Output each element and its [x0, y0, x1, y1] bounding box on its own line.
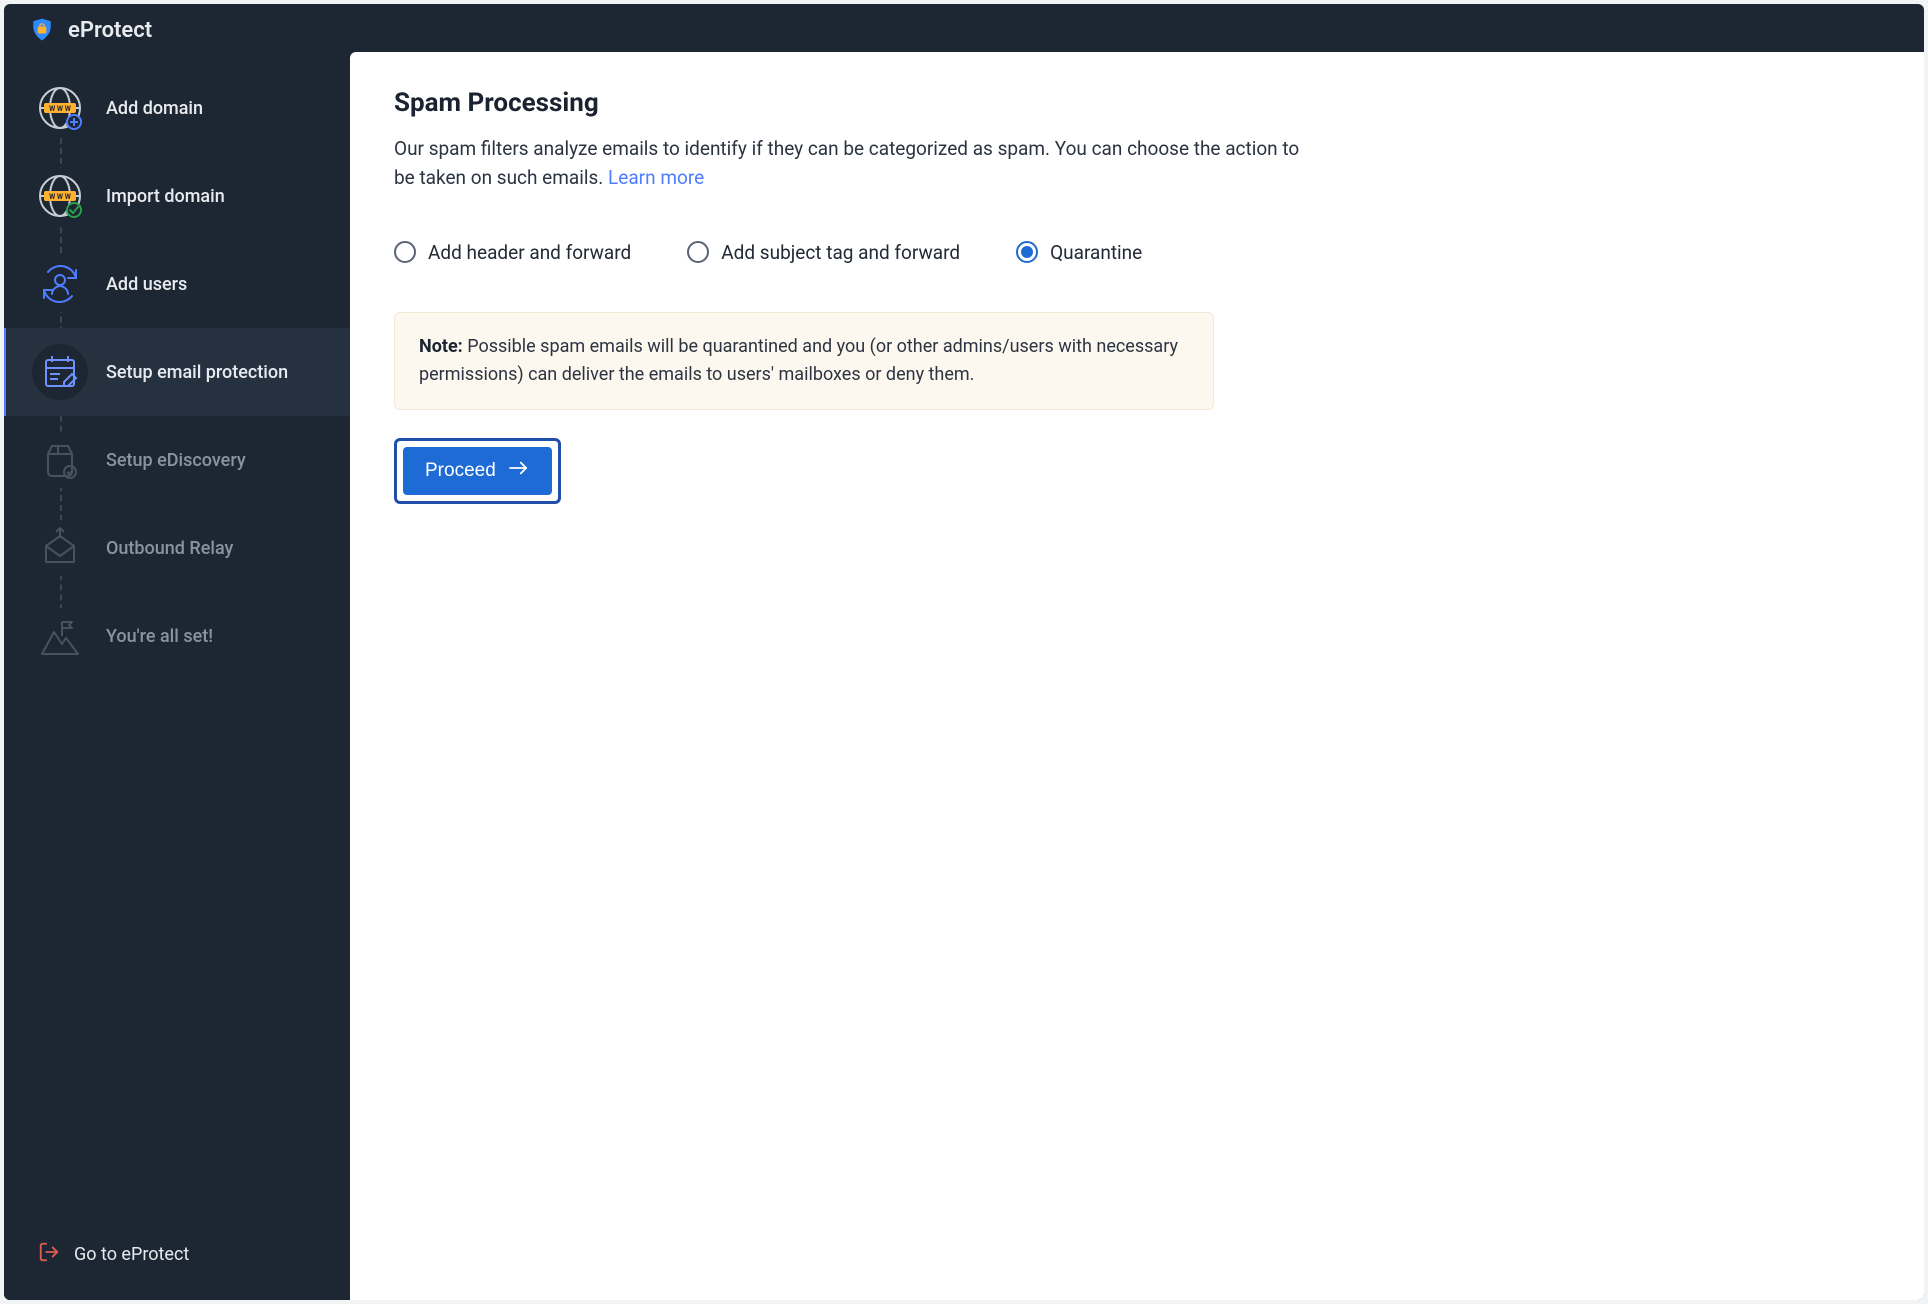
sidebar-step-label: Add users: [106, 274, 187, 295]
option-label: Quarantine: [1050, 241, 1142, 264]
go-to-eprotect-link[interactable]: Go to eProtect: [32, 1233, 195, 1276]
page-description: Our spam filters analyze emails to ident…: [394, 134, 1314, 193]
globe-check-icon: W W W: [32, 168, 88, 224]
sidebar-step-setup-email-protection[interactable]: Setup email protection: [4, 328, 350, 416]
option-add-header-forward[interactable]: Add header and forward: [394, 241, 631, 264]
globe-add-icon: W W W: [32, 80, 88, 136]
app-body: W W W Add domain: [4, 52, 1924, 1300]
mountain-flag-icon: [32, 608, 88, 664]
proceed-highlight: Proceed: [394, 438, 561, 504]
sidebar-step-label: Setup eDiscovery: [106, 450, 246, 471]
option-quarantine[interactable]: Quarantine: [1016, 241, 1142, 264]
svg-text:W W W: W W W: [49, 193, 72, 201]
spam-action-options: Add header and forward Add subject tag a…: [394, 241, 1892, 264]
sidebar-footer: Go to eProtect: [4, 1217, 350, 1300]
page-description-text: Our spam filters analyze emails to ident…: [394, 137, 1299, 189]
mail-out-icon: [32, 520, 88, 576]
app-header: eProtect: [4, 4, 1924, 52]
user-sync-icon: [32, 256, 88, 312]
note-label: Note:: [419, 336, 463, 357]
svg-text:W W W: W W W: [49, 105, 72, 113]
sidebar-step-label: Setup email protection: [106, 362, 288, 383]
app-title: eProtect: [68, 18, 152, 43]
shield-logo-icon: [28, 16, 56, 44]
radio-icon: [687, 241, 709, 263]
calendar-edit-icon: [32, 344, 88, 400]
app-window: eProtect W W W: [4, 4, 1924, 1300]
setup-steps: W W W Add domain: [4, 64, 350, 680]
option-add-subject-tag-forward[interactable]: Add subject tag and forward: [687, 241, 960, 264]
sidebar-step-add-users[interactable]: Add users: [4, 240, 350, 328]
sidebar-step-add-domain[interactable]: W W W Add domain: [4, 64, 350, 152]
package-check-icon: [32, 432, 88, 488]
sidebar-step-import-domain[interactable]: W W W Import domain: [4, 152, 350, 240]
note-body: Possible spam emails will be quarantined…: [419, 336, 1178, 385]
radio-icon: [1016, 241, 1038, 263]
arrow-right-icon: [508, 459, 530, 483]
sidebar-step-setup-ediscovery[interactable]: Setup eDiscovery: [4, 416, 350, 504]
page-title: Spam Processing: [394, 88, 1892, 118]
sidebar-step-label: You're all set!: [106, 626, 213, 647]
sidebar-step-outbound-relay[interactable]: Outbound Relay: [4, 504, 350, 592]
info-note: Note: Possible spam emails will be quara…: [394, 312, 1214, 410]
learn-more-link[interactable]: Learn more: [608, 166, 704, 189]
setup-sidebar: W W W Add domain: [4, 52, 350, 1300]
sidebar-step-all-set[interactable]: You're all set!: [4, 592, 350, 680]
option-label: Add subject tag and forward: [721, 241, 960, 264]
app-logo-wrap: eProtect: [28, 16, 152, 44]
proceed-label: Proceed: [425, 460, 496, 482]
sidebar-step-label: Import domain: [106, 186, 225, 207]
exit-icon: [38, 1241, 60, 1268]
go-to-eprotect-label: Go to eProtect: [74, 1244, 189, 1265]
sidebar-step-label: Add domain: [106, 98, 203, 119]
option-label: Add header and forward: [428, 241, 631, 264]
main-content: Spam Processing Our spam filters analyze…: [350, 52, 1924, 1300]
radio-icon: [394, 241, 416, 263]
proceed-button[interactable]: Proceed: [403, 447, 552, 495]
sidebar-step-label: Outbound Relay: [106, 538, 233, 559]
